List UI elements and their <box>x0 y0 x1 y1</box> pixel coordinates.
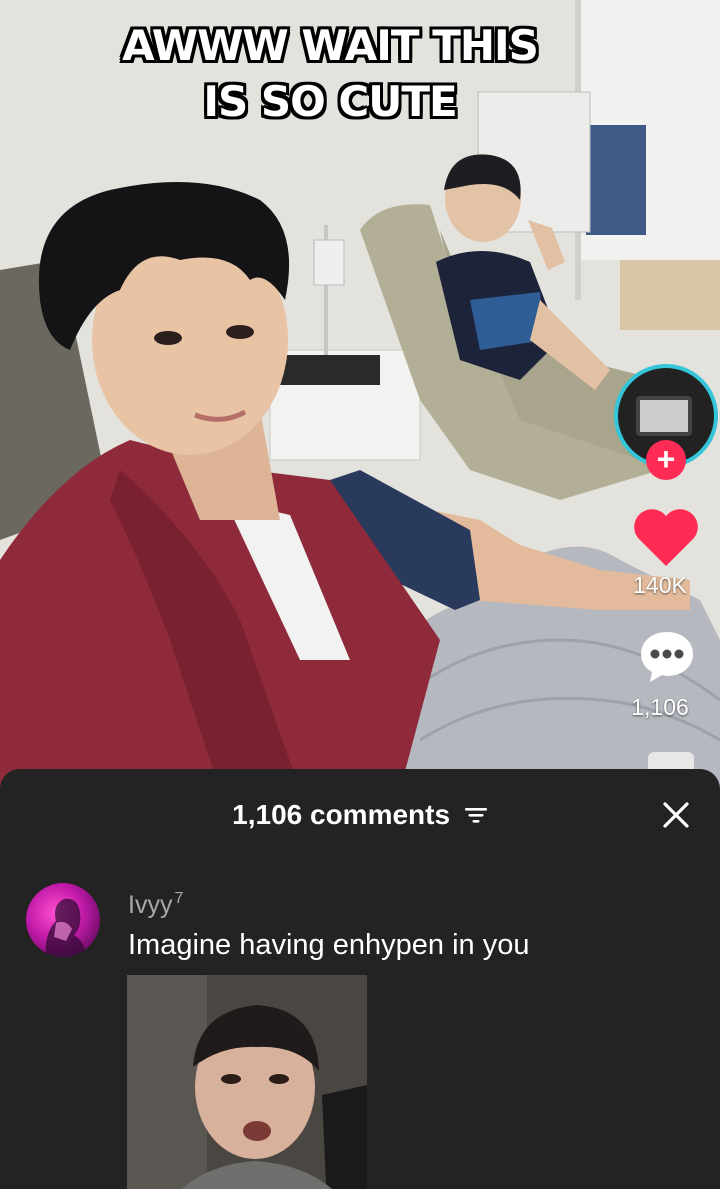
caption-line-1: AWWW WAIT THIS <box>122 21 539 70</box>
comments-title: 1,106 comments <box>232 799 451 830</box>
filter-icon[interactable] <box>464 805 488 825</box>
comment-image[interactable] <box>127 975 367 1189</box>
video-player[interactable]: AWWW WAIT THIS IS SO CUTE + 140K 1,106 <box>0 0 720 790</box>
sheet-header: 1,106 comments <box>0 795 720 835</box>
video-caption: AWWW WAIT THIS IS SO CUTE <box>40 18 620 130</box>
like-count: 140K <box>633 572 687 598</box>
user-badge: 7 <box>174 890 184 907</box>
username-text: Ivyy <box>128 891 173 919</box>
comments-sheet: 1,106 comments Ivyy 7 Imagine having enhy… <box>0 769 720 1189</box>
avatar-image <box>636 396 692 436</box>
comment-count: 1,106 <box>631 694 689 720</box>
comment-photo <box>127 975 367 1189</box>
heart-icon[interactable] <box>632 508 700 568</box>
caption-line-2: IS SO CUTE <box>203 77 457 126</box>
close-icon[interactable] <box>656 795 696 835</box>
comment-username[interactable]: Ivyy 7 <box>128 890 184 920</box>
commenter-avatar[interactable] <box>26 883 100 957</box>
comment-text: Imagine having enhypen in you <box>128 929 530 961</box>
follow-button[interactable]: + <box>646 440 686 480</box>
avatar-image <box>45 898 86 957</box>
comment-bubble-icon[interactable] <box>638 628 696 684</box>
sheet-title-row: 1,106 comments <box>0 795 720 835</box>
plus-icon: + <box>656 441 676 477</box>
